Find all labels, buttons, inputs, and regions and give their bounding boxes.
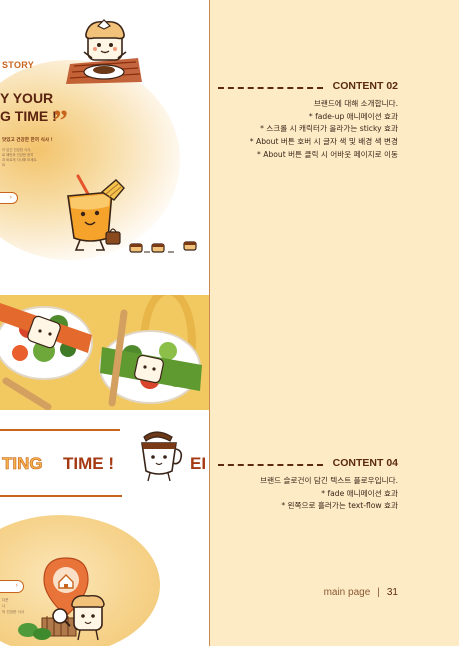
note-line: 브랜드에 대해 소개합니다. (313, 99, 398, 108)
content-02-note: CONTENT 02 브랜드에 대해 소개합니다. * fade-up 애니메이… (210, 80, 459, 162)
note-header: CONTENT 04 (210, 457, 459, 471)
note-line: 브랜드 슬로건이 담긴 텍스트 플로우입니다. (260, 476, 398, 485)
note-line: * fade 애니메이션 효과 (321, 488, 398, 498)
page-number: 31 (386, 587, 398, 598)
note-title: CONTENT 04 (332, 457, 398, 469)
hero-headline-line-1: Y YOUR (0, 90, 54, 106)
location-pin-mascot-illustration (18, 557, 105, 641)
slogan-word-time: TIME ! (63, 454, 114, 473)
salad-bowls-illustration (0, 303, 202, 410)
hero-description: 이 담긴 건강한 식사, 로 패턴과 건강한 한끼 과 바르게 식사해 보세요.… (2, 148, 38, 168)
hero-desc-line: 과 바르게 식사해 보세요. (2, 158, 38, 162)
hero-subtitle: 맛있고 건강한 한끼 식사 ! (2, 138, 53, 143)
footer-separator: | (377, 587, 380, 598)
location-text-line: 나 (2, 604, 6, 608)
slogan-word-ting: TING (2, 454, 43, 474)
hero-section: STORY Y YOUR G TIME ! ” 맛있고 건강한 한끼 식사 ! … (0, 0, 209, 292)
coffee-cup-mascot-illustration (141, 431, 183, 482)
dashed-connector (218, 87, 323, 89)
hero-desc-line: 요 (2, 163, 6, 167)
toast-mascot-table-illustration (66, 19, 142, 84)
slogan-top-rule (0, 429, 120, 431)
slogan-bottom-rule (0, 495, 122, 497)
note-line: * About 버튼 호버 시 글자 색 및 배경 색 변경 (249, 137, 398, 147)
note-header: CONTENT 02 (210, 80, 459, 94)
hero-headline-line-2: G TIME ! (0, 108, 57, 124)
notes-panel: CONTENT 02 브랜드에 대해 소개합니다. * fade-up 애니메이… (209, 0, 459, 646)
note-lines: 브랜드에 대해 소개합니다. * fade-up 애니메이션 효과 * 스크롤 … (210, 98, 459, 162)
slogan-text-flow: TING TIME ! EI (0, 427, 209, 497)
note-line: * fade-up 애니메이션 효과 (308, 111, 398, 121)
note-line: * 스크롤 시 캐릭터가 올라가는 sticky 효과 (260, 124, 398, 134)
story-label: STORY (2, 60, 35, 70)
slogan-word-next: EI (190, 454, 207, 473)
content-04-note: CONTENT 04 브랜드 슬로건이 담긴 텍스트 플로우입니다. * fad… (210, 457, 459, 513)
location-text-line: 다운 (2, 598, 9, 602)
juice-mascot-illustration (67, 174, 197, 253)
salad-product-band (0, 295, 209, 410)
note-line: * 왼쪽으로 흘러가는 text-flow 효과 (281, 501, 398, 511)
quote-mark: ” (53, 104, 68, 137)
note-title: CONTENT 02 (332, 80, 398, 92)
footer-label: main page (323, 587, 371, 598)
website-preview: STORY Y YOUR G TIME ! ” 맛있고 건강한 한끼 식사 ! … (0, 0, 209, 646)
dashed-connector (218, 464, 323, 466)
about-button[interactable]: › (0, 192, 18, 204)
note-lines: 브랜드 슬로건이 담긴 텍스트 플로우입니다. * fade 애니메이션 효과 … (210, 475, 459, 513)
page-footer: main page | 31 (324, 587, 398, 598)
note-line: * About 버튼 클릭 시 어바웃 페이지로 이동 (257, 149, 398, 159)
chevron-right-icon: › (9, 194, 12, 201)
